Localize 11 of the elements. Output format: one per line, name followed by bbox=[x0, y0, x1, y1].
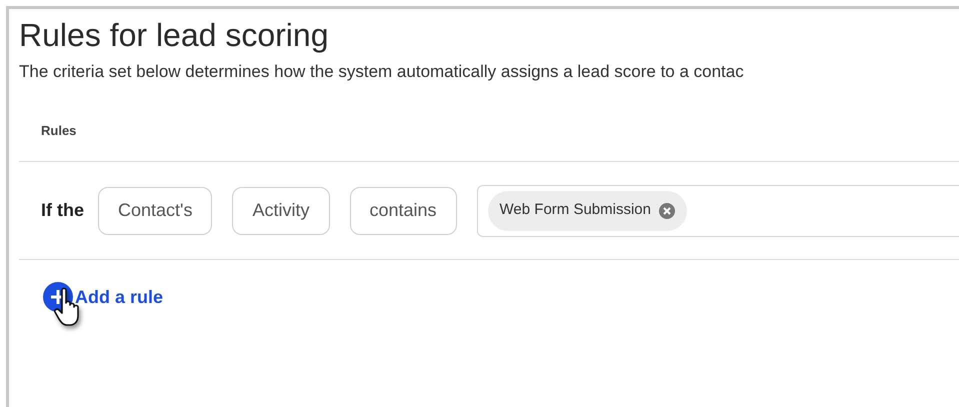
tag-label: Web Form Submission bbox=[500, 200, 651, 220]
remove-icon[interactable] bbox=[658, 202, 675, 218]
rule-selector[interactable]: Activity bbox=[232, 186, 330, 234]
value-field[interactable]: Web Form Submission bbox=[476, 184, 959, 236]
rule-selector[interactable]: Contact's bbox=[98, 186, 212, 234]
page-title: Rules for lead scoring bbox=[19, 16, 328, 55]
add-rule-link[interactable]: Add a rule bbox=[75, 284, 164, 310]
rule-selector[interactable]: contains bbox=[350, 186, 457, 234]
rule-prefix: If the bbox=[41, 199, 84, 222]
page-description: The criteria set below determines how the system automatically assigns a lead score to a contac bbox=[19, 61, 744, 83]
rules-header: Rules bbox=[41, 123, 76, 138]
